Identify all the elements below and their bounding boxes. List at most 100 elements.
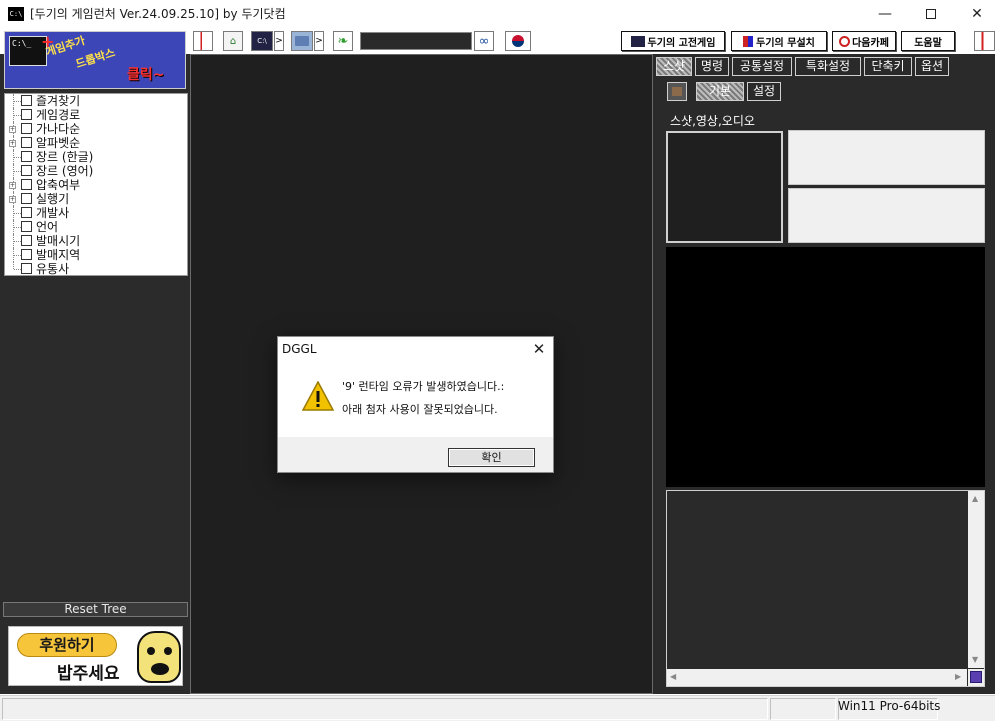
- tab-screenshot[interactable]: 스샷: [656, 57, 692, 76]
- classic-games-button[interactable]: 두기의 고전게임: [621, 31, 725, 51]
- screenshot-thumbnail[interactable]: [788, 188, 985, 243]
- expand-icon[interactable]: +: [9, 140, 16, 147]
- game-info-box[interactable]: [666, 490, 985, 687]
- tree-item[interactable]: 언어: [5, 220, 185, 234]
- tree-item[interactable]: 즐겨찾기: [5, 94, 185, 108]
- console-icon[interactable]: C:\: [251, 31, 273, 51]
- expand-icon[interactable]: +: [9, 182, 16, 189]
- dialog-message-line2: 아래 첨자 사용이 잘못되었습니다.: [342, 403, 498, 416]
- tree-item[interactable]: 게임경로: [5, 108, 185, 122]
- tree-checkbox[interactable]: [21, 193, 32, 204]
- close-icon: ✕: [971, 6, 983, 22]
- portable-games-label: 두기의 무설치: [756, 37, 815, 49]
- folder-icon[interactable]: [667, 82, 687, 101]
- add-game-dropbox-banner[interactable]: C:\_ + 게임추가 드롭박스 클릭~: [4, 31, 186, 89]
- tree-item-label: 언어: [36, 220, 59, 234]
- console-arrow-button[interactable]: >: [274, 31, 284, 51]
- small-flag-icon[interactable]: [193, 31, 213, 51]
- tree-item[interactable]: 개발사: [5, 206, 185, 220]
- status-cell: [2, 698, 768, 720]
- donate-banner[interactable]: 후원하기 밥주세요: [8, 626, 183, 686]
- folder-icon[interactable]: [291, 31, 313, 51]
- search-input[interactable]: [360, 32, 472, 50]
- help-label: 도움말: [914, 37, 942, 49]
- tab-options[interactable]: 옵션: [915, 57, 949, 76]
- tab-special-settings[interactable]: 특화설정: [795, 57, 861, 76]
- app-icon: C:\: [8, 7, 24, 21]
- os-version-label: Win11 Pro-64bits: [838, 699, 941, 713]
- donate-label: 후원하기: [17, 633, 117, 657]
- donate-sub-label: 밥주세요: [57, 664, 120, 684]
- portable-games-button[interactable]: 두기의 무설치: [731, 31, 827, 51]
- video-preview[interactable]: [666, 247, 985, 487]
- scroll-left-icon[interactable]: ◀: [670, 672, 676, 681]
- subtab-settings[interactable]: 설정: [747, 82, 781, 101]
- minimize-button[interactable]: —: [862, 0, 908, 28]
- tree-item[interactable]: + 알파벳순: [5, 136, 185, 150]
- tab-common-settings[interactable]: 공통설정: [732, 57, 792, 76]
- tree-checkbox[interactable]: [21, 179, 32, 190]
- tree-checkbox[interactable]: [21, 137, 32, 148]
- character-face-icon: [137, 631, 181, 683]
- tree-item-label: 유통사: [36, 262, 70, 276]
- tree-checkbox[interactable]: [21, 263, 32, 274]
- close-icon: ✕: [532, 340, 546, 358]
- category-tree: 즐겨찾기 게임경로 + 가나다순 + 알파벳순 장르 (한글) 장르 (영어) + 압…: [4, 93, 188, 276]
- disk-icon: [743, 35, 754, 47]
- tree-item-label: 알파벳순: [36, 136, 81, 150]
- save-icon[interactable]: [968, 669, 984, 686]
- dialog-message-line1: '9' 런타임 오류가 발생하였습니다.:: [342, 380, 505, 393]
- folder-arrow-button[interactable]: >: [314, 31, 324, 51]
- close-button[interactable]: ✕: [954, 0, 995, 28]
- tree-item[interactable]: 장르 (영어): [5, 164, 185, 178]
- tab-command[interactable]: 명령: [695, 57, 729, 76]
- right-flag-icon[interactable]: [974, 31, 995, 51]
- tree-checkbox[interactable]: [21, 221, 32, 232]
- tree-item[interactable]: + 가나다순: [5, 122, 185, 136]
- home-icon[interactable]: ⌂: [223, 31, 243, 51]
- leaf-icon[interactable]: ❧: [333, 31, 353, 51]
- warning-icon: [302, 381, 334, 411]
- classic-games-label: 두기의 고전게임: [647, 37, 716, 49]
- tree-item[interactable]: 유통사: [5, 262, 185, 276]
- tree-item-label: 발매지역: [36, 248, 81, 262]
- ok-button[interactable]: 확인: [448, 448, 535, 467]
- tree-checkbox[interactable]: [21, 151, 32, 162]
- tree-item[interactable]: 발매지역: [5, 248, 185, 262]
- screenshot-thumbnail[interactable]: [666, 131, 783, 243]
- vertical-scrollbar[interactable]: ▲ ▼: [968, 491, 984, 668]
- tree-checkbox[interactable]: [21, 207, 32, 218]
- tree-checkbox[interactable]: [21, 165, 32, 176]
- tree-item-label: 개발사: [36, 206, 70, 220]
- tree-item[interactable]: 장르 (한글): [5, 150, 185, 164]
- scroll-right-icon[interactable]: ▶: [955, 672, 961, 681]
- reset-tree-button[interactable]: Reset Tree: [3, 602, 188, 617]
- subtab-basic[interactable]: 기본: [696, 82, 744, 101]
- tree-item-label: 가나다순: [36, 122, 81, 136]
- scroll-down-icon[interactable]: ▼: [972, 655, 978, 664]
- screenshot-thumbnail[interactable]: [788, 130, 985, 185]
- tree-item[interactable]: + 압축여부: [5, 178, 185, 192]
- dialog-close-button[interactable]: ✕: [528, 339, 550, 359]
- daum-cafe-button[interactable]: 다음카페: [832, 31, 896, 51]
- scroll-up-icon[interactable]: ▲: [972, 494, 978, 503]
- tree-item-label: 발매시기: [36, 234, 81, 248]
- tree-checkbox[interactable]: [21, 95, 32, 106]
- binoculars-icon[interactable]: ∞: [474, 31, 494, 51]
- dialog-title-bar: DGGL ✕: [278, 337, 553, 361]
- tree-item[interactable]: 발매시기: [5, 234, 185, 248]
- korea-flag-icon[interactable]: [505, 31, 531, 51]
- tree-checkbox[interactable]: [21, 109, 32, 120]
- tree-checkbox[interactable]: [21, 249, 32, 260]
- horizontal-scrollbar[interactable]: ◀ ▶: [667, 669, 967, 686]
- tree-item[interactable]: + 실행기: [5, 192, 185, 206]
- help-button[interactable]: 도움말: [901, 31, 955, 51]
- media-section-label: 스샷,영상,오디오: [670, 114, 755, 128]
- tree-item-label: 게임경로: [36, 108, 81, 122]
- expand-icon[interactable]: +: [9, 196, 16, 203]
- tree-checkbox[interactable]: [21, 235, 32, 246]
- maximize-button[interactable]: [908, 0, 954, 28]
- expand-icon[interactable]: +: [9, 126, 16, 133]
- tab-shortcuts[interactable]: 단축키: [864, 57, 912, 76]
- tree-checkbox[interactable]: [21, 123, 32, 134]
